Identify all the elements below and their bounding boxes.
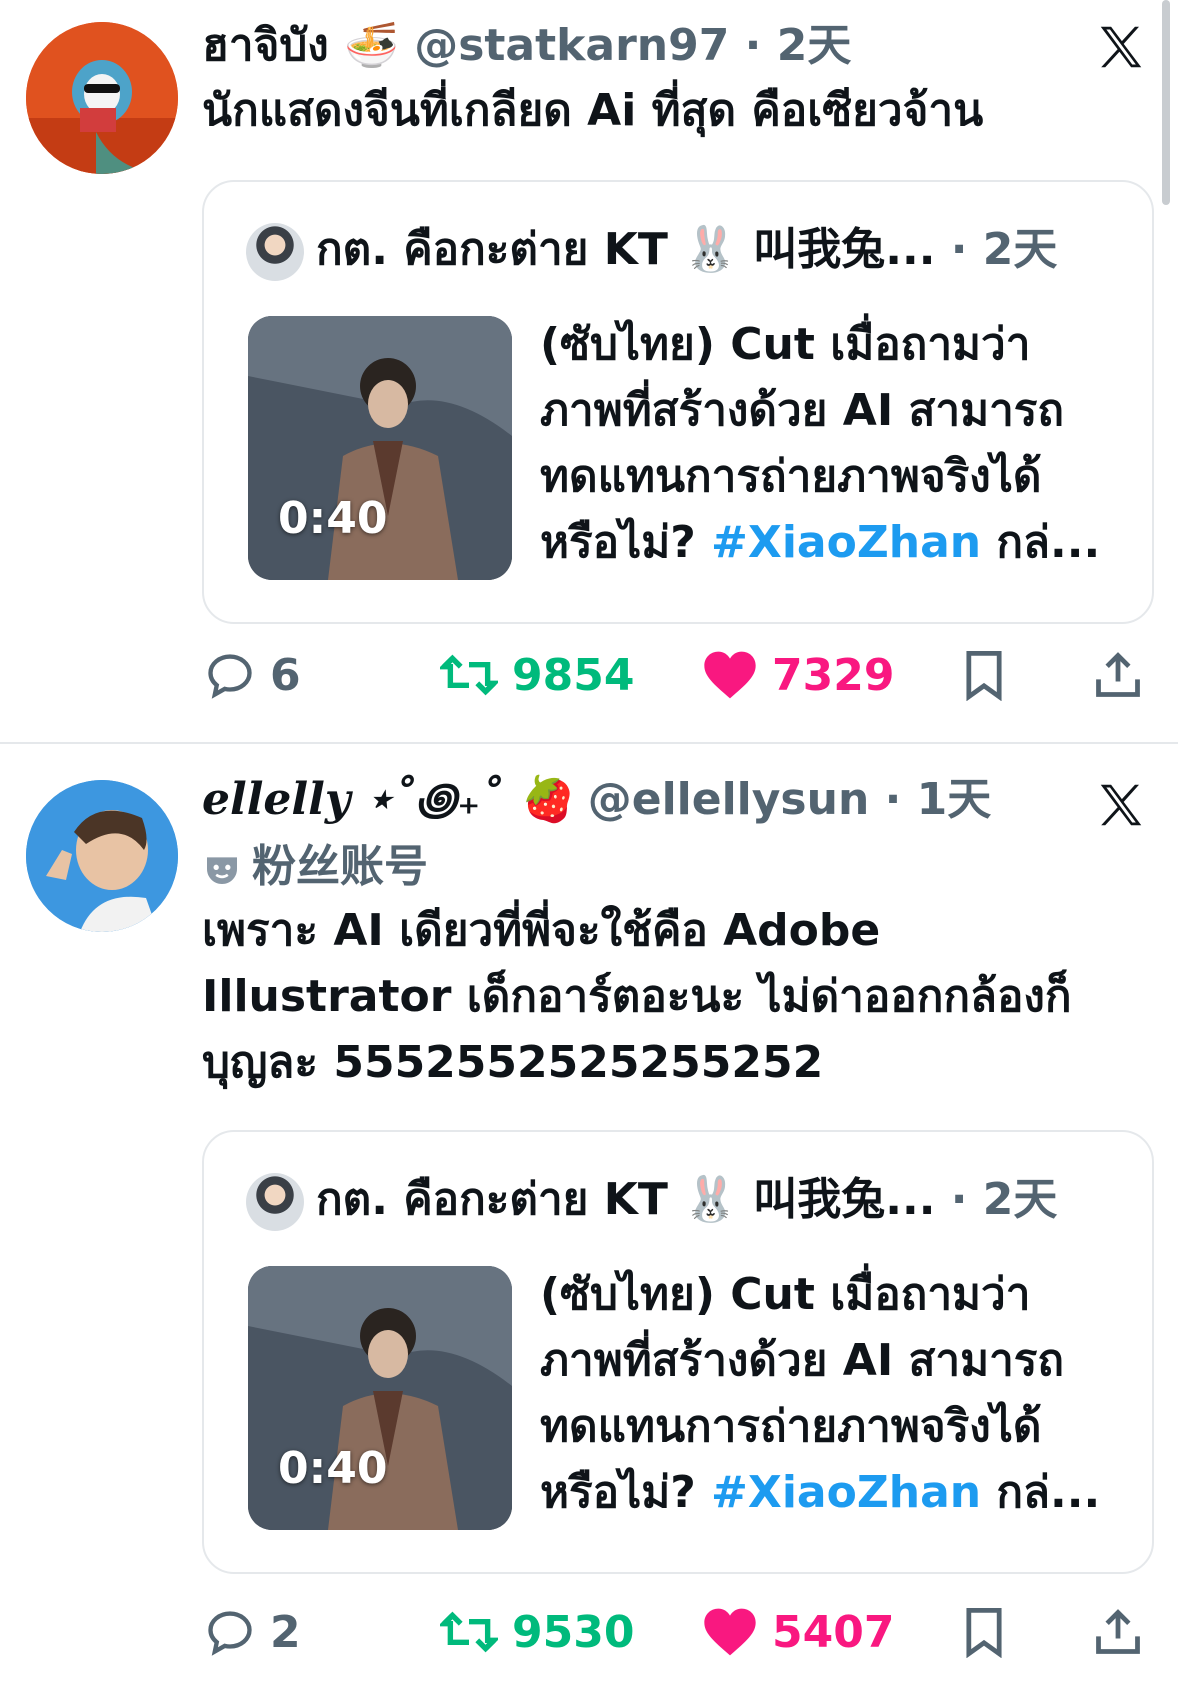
- video-thumbnail[interactable]: 0:40: [248, 316, 512, 580]
- bookmark-icon: [966, 1607, 1002, 1658]
- quoted-header: กต. คือกะต่าย KT 🐰 叫我兔... · 2天: [246, 220, 1058, 281]
- quoted-avatar: [246, 1173, 304, 1231]
- x-logo-icon: [1100, 26, 1142, 68]
- quoted-timestamp: 2天: [982, 1174, 1058, 1225]
- bookmark-button[interactable]: [960, 640, 1022, 710]
- separator: ·: [935, 224, 983, 275]
- quoted-text-line: ทดแทนการถ่ายภาพจริงได้: [540, 1401, 1042, 1452]
- quoted-text-prefix: หรือไม่?: [540, 517, 712, 568]
- separator: ·: [869, 774, 917, 825]
- retweet-button[interactable]: 9530: [440, 1597, 634, 1667]
- reply-button[interactable]: 2: [204, 1597, 301, 1667]
- tweet-header: ellelly ⋆˚꩜₊˚ 🍓 @ellellysun · 1天: [202, 770, 991, 830]
- quoted-text-suffix: กล่...: [981, 1467, 1101, 1518]
- quoted-tweet[interactable]: กต. คือกะต่าย KT 🐰 叫我兔... · 2天 0:40 (ซับ…: [202, 1130, 1154, 1574]
- like-count: 5407: [772, 1606, 895, 1658]
- video-duration: 0:40: [278, 1443, 388, 1494]
- tweet-2[interactable]: ellelly ⋆˚꩜₊˚ 🍓 @ellellysun · 1天 粉丝账号 เพ…: [0, 752, 1178, 1690]
- avatar[interactable]: [26, 780, 178, 932]
- retweet-count: 9530: [512, 1606, 635, 1658]
- reply-button[interactable]: 6: [204, 640, 301, 710]
- share-icon: [1096, 1609, 1140, 1654]
- tweet-header: ฮาจิบัง 🍜 @statkarn97 · 2天: [202, 16, 851, 76]
- heart-icon: [704, 1608, 756, 1656]
- quoted-text-line: หรือไม่? #XiaoZhan กล่...: [540, 510, 1100, 576]
- quoted-text: (ซับไทย) Cut เมื่อถามว่า ภาพที่สร้างด้วย…: [540, 312, 1100, 576]
- quoted-text-prefix: หรือไม่?: [540, 1467, 712, 1518]
- quoted-text: (ซับไทย) Cut เมื่อถามว่า ภาพที่สร้างด้วย…: [540, 1262, 1100, 1526]
- action-bar: 2 9530 5407: [0, 1597, 1178, 1667]
- like-count: 7329: [772, 649, 895, 701]
- timestamp[interactable]: 1天: [917, 774, 992, 825]
- tweet-text-line: นักแสดงจีนที่เกลียด Ai ที่สุด คือเซียวจ้…: [202, 85, 984, 136]
- hashtag-link[interactable]: #XiaoZhan: [711, 517, 981, 568]
- share-icon: [1096, 652, 1140, 697]
- retweet-icon: [440, 1611, 498, 1653]
- quoted-timestamp: 2天: [982, 224, 1058, 275]
- tweet-text: เพราะ AI เดียวที่พี่จะใช้คือ Adobe Illus…: [202, 898, 1072, 1096]
- reply-count: 2: [270, 1606, 301, 1658]
- quoted-text-line: ทดแทนการถ่ายภาพจริงได้: [540, 451, 1042, 502]
- tweet-text-line: เพราะ AI เดียวที่พี่จะใช้คือ Adobe: [202, 905, 881, 956]
- retweet-icon: [440, 654, 498, 696]
- fan-mask-icon: [207, 857, 237, 884]
- hashtag-link[interactable]: #XiaoZhan: [711, 1467, 981, 1518]
- action-bar: 6 9854 7329: [0, 640, 1178, 710]
- quoted-text-line: (ซับไทย) Cut เมื่อถามว่า: [540, 319, 1031, 370]
- quoted-text-line: ภาพที่สร้างด้วย AI สามารถ: [540, 1335, 1065, 1386]
- tweet-text-line: Illustrator เด็กอาร์ตอะนะ ไม่ด่าออกกล้อง…: [202, 971, 1072, 1022]
- x-logo-icon: [1100, 784, 1142, 826]
- tweet-1[interactable]: ฮาจิบัง 🍜 @statkarn97 · 2天 นักแสดงจีนที่…: [0, 0, 1178, 701]
- reply-count: 6: [270, 649, 301, 701]
- display-name[interactable]: ฮาจิบัง 🍜: [202, 20, 399, 71]
- badge-row: 粉丝账号: [202, 834, 428, 900]
- quoted-tweet[interactable]: กต. คือกะต่าย KT 🐰 叫我兔... · 2天 0:40 (ซับ…: [202, 180, 1154, 624]
- quoted-text-line: (ซับไทย) Cut เมื่อถามว่า: [540, 1269, 1031, 1320]
- quoted-name: กต. คือกะต่าย KT 🐰 叫我兔...: [316, 1174, 936, 1225]
- like-button[interactable]: 5407: [702, 1597, 894, 1667]
- reply-icon: [208, 654, 252, 699]
- quoted-text-line: ภาพที่สร้างด้วย AI สามารถ: [540, 385, 1065, 436]
- bookmark-button[interactable]: [960, 1597, 1022, 1667]
- tweet-text-line: บุญละ 5552552525255252: [202, 1037, 824, 1088]
- quoted-name: กต. คือกะต่าย KT 🐰 叫我兔...: [316, 224, 936, 275]
- separator: ·: [935, 1174, 983, 1225]
- retweet-count: 9854: [512, 649, 635, 701]
- avatar[interactable]: [26, 22, 178, 174]
- tweet-divider: [0, 742, 1178, 744]
- like-button[interactable]: 7329: [702, 640, 894, 710]
- separator: ·: [729, 20, 777, 71]
- timestamp[interactable]: 2天: [777, 20, 852, 71]
- share-button[interactable]: [1092, 640, 1158, 710]
- video-thumbnail[interactable]: 0:40: [248, 1266, 512, 1530]
- video-duration: 0:40: [278, 493, 388, 544]
- reply-icon: [208, 1611, 252, 1656]
- handle[interactable]: @statkarn97: [414, 20, 729, 71]
- heart-icon: [704, 651, 756, 699]
- quoted-avatar: [246, 223, 304, 281]
- retweet-button[interactable]: 9854: [440, 640, 634, 710]
- fan-account-badge: 粉丝账号: [252, 841, 428, 892]
- share-button[interactable]: [1092, 1597, 1158, 1667]
- handle[interactable]: @ellellysun: [588, 774, 870, 825]
- quoted-text-suffix: กล่...: [981, 517, 1101, 568]
- display-name[interactable]: ellelly ⋆˚꩜₊˚ 🍓: [202, 774, 572, 825]
- quoted-header: กต. คือกะต่าย KT 🐰 叫我兔... · 2天: [246, 1170, 1058, 1231]
- tweet-text: นักแสดงจีนที่เกลียด Ai ที่สุด คือเซียวจ้…: [202, 78, 983, 144]
- quoted-text-line: หรือไม่? #XiaoZhan กล่...: [540, 1460, 1100, 1526]
- bookmark-icon: [966, 650, 1002, 701]
